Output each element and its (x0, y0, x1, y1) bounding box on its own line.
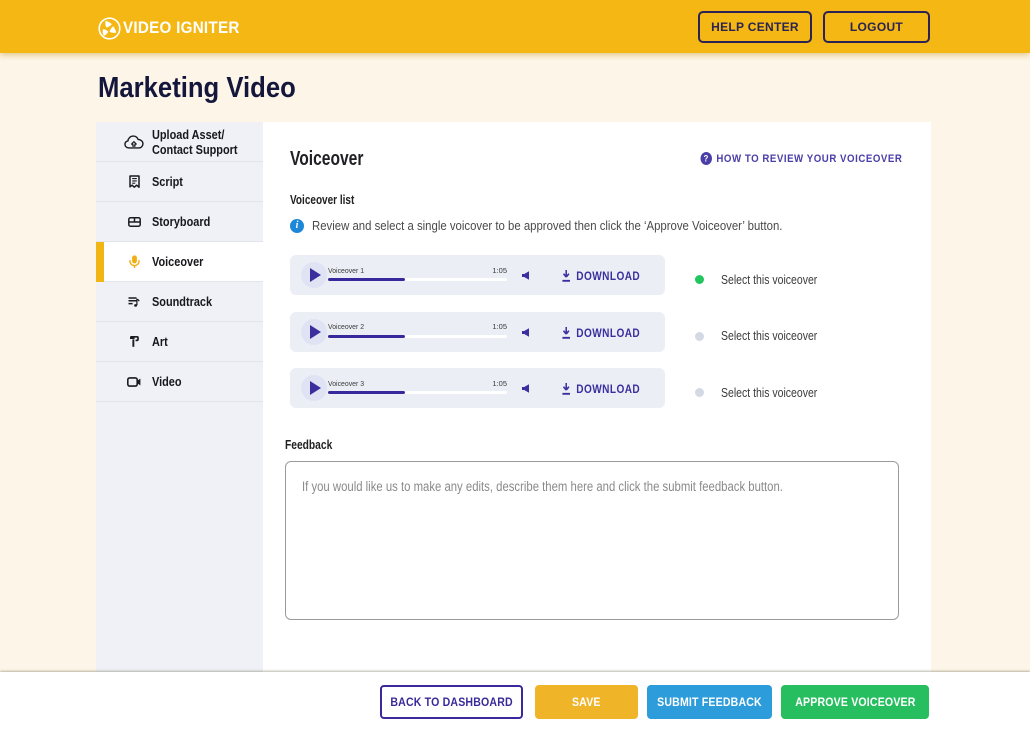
svg-text:?: ? (703, 153, 708, 164)
